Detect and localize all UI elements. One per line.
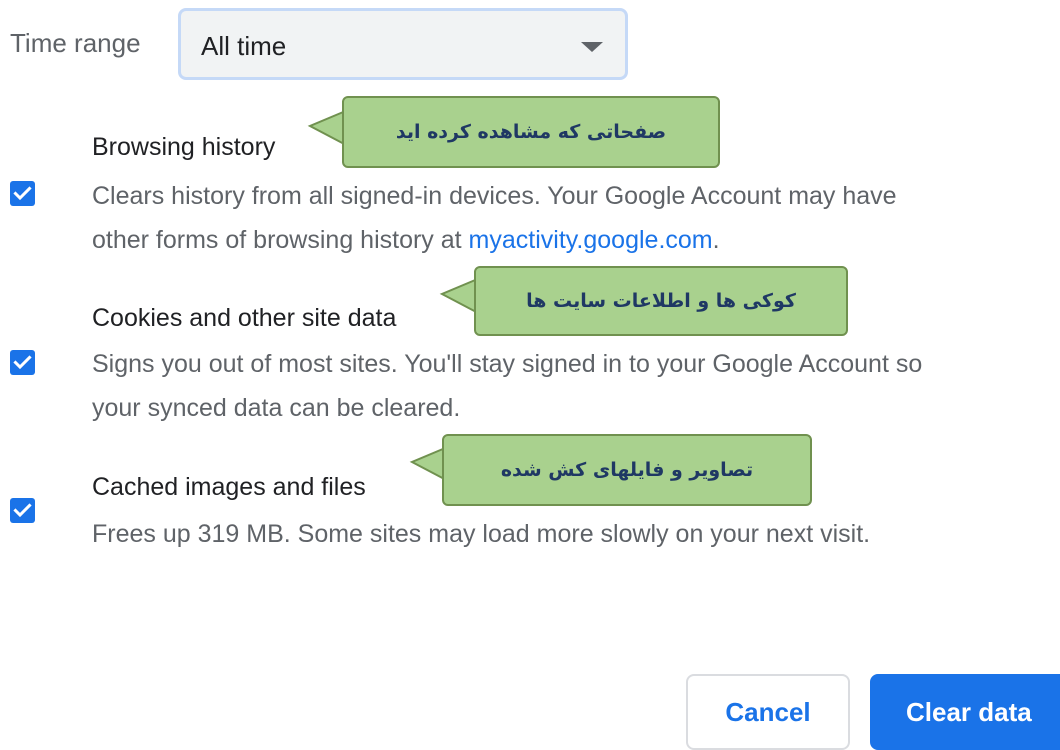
myactivity-link[interactable]: myactivity.google.com bbox=[469, 226, 713, 254]
checkmark-icon bbox=[13, 186, 32, 201]
clear-data-button[interactable]: Clear data bbox=[870, 674, 1060, 750]
browsing-history-title: Browsing history bbox=[92, 133, 276, 161]
callout-cached-images: تصاویر و فایلهای کش شده bbox=[442, 434, 812, 506]
chevron-down-icon bbox=[581, 42, 603, 52]
browsing-history-desc-line2: other forms of browsing history at myact… bbox=[92, 214, 720, 266]
browsing-history-checkbox[interactable] bbox=[10, 181, 35, 206]
time-range-selected-value: All time bbox=[201, 31, 287, 61]
cached-images-desc: Frees up 319 MB. Some sites may load mor… bbox=[92, 520, 871, 548]
time-range-label: Time range bbox=[10, 28, 141, 58]
callout-browsing-history: صفحاتی که مشاهده کرده اید bbox=[342, 96, 720, 168]
checkmark-icon bbox=[13, 503, 32, 518]
cookies-title: Cookies and other site data bbox=[92, 304, 397, 332]
browsing-history-desc-prefix: other forms of browsing history at bbox=[92, 226, 469, 254]
time-range-select[interactable]: All time bbox=[178, 8, 628, 80]
callout-cookies: کوکی ها و اطلاعات سایت ها bbox=[474, 266, 848, 336]
cached-images-title: Cached images and files bbox=[92, 473, 366, 501]
cached-images-checkbox[interactable] bbox=[10, 498, 35, 523]
browsing-history-desc-suffix: . bbox=[712, 226, 720, 254]
cancel-button[interactable]: Cancel bbox=[686, 674, 850, 750]
checkmark-icon bbox=[13, 355, 32, 370]
cookies-checkbox[interactable] bbox=[10, 350, 35, 375]
cookies-desc-line2: your synced data can be cleared. bbox=[92, 394, 461, 422]
